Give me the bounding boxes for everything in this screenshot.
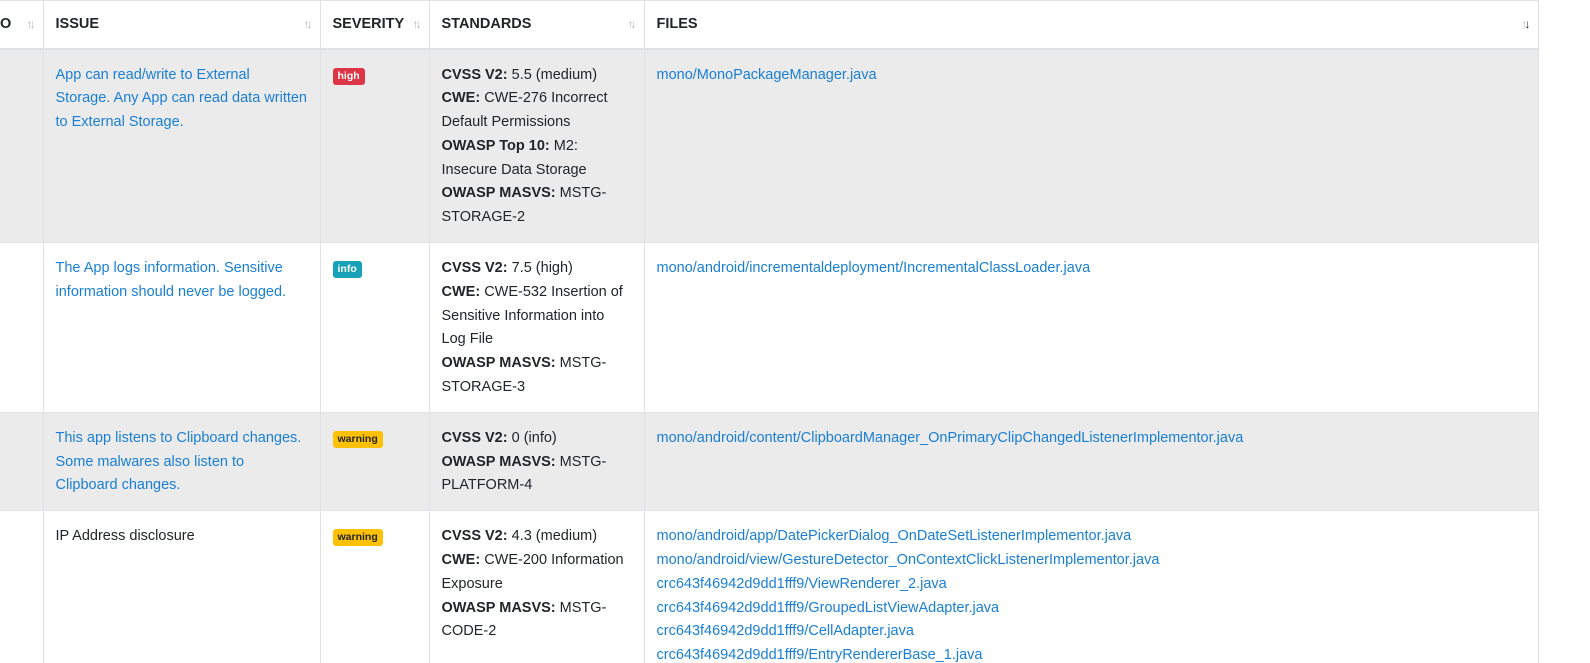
standard-label: OWASP MASVS: — [441, 453, 556, 470]
cell-standards: CVSS V2: 0 (info) OWASP MASVS: MSTG-PLATF… — [429, 412, 645, 512]
standard-label: OWASP MASVS: — [441, 599, 556, 616]
standard-label: CVSS V2: — [441, 260, 508, 277]
cell-severity: info — [320, 242, 430, 413]
findings-table-container: O ↑↓ ISSUE ↑↓ SEVERITY ↑↓ STANDARDS ↑↓ F… — [0, 0, 1539, 663]
standard-entry: CWE: CWE-200 Information Exposure — [442, 549, 632, 597]
standard-entry: OWASP MASVS: MSTG-PLATFORM-4 — [442, 451, 632, 499]
cell-standards: CVSS V2: 7.5 (high) CWE: CWE-532 Insertio… — [429, 242, 645, 413]
standard-label: OWASP Top 10: — [441, 137, 550, 154]
cell-issue: IP Address disclosure — [43, 510, 321, 663]
standard-value: 0 (info) — [511, 429, 557, 446]
file-link[interactable]: mono/android/incrementaldeployment/Incre… — [657, 257, 1526, 281]
severity-badge: warning — [332, 430, 383, 448]
sort-icon[interactable]: ↑↓ — [304, 17, 313, 31]
column-header-issue-label: ISSUE — [55, 16, 100, 33]
column-header-files[interactable]: FILES ↑↓ — [644, 0, 1538, 50]
standard-entry: OWASP Top 10: M2: Insecure Data Storage — [442, 135, 632, 183]
standard-label: CWE: — [441, 552, 481, 569]
cell-no — [0, 242, 44, 413]
issue-link[interactable]: This app listens to Clipboard changes. S… — [56, 430, 302, 494]
standard-label: OWASP MASVS: — [441, 185, 556, 202]
sort-desc-icon[interactable]: ↑↓ — [1522, 17, 1531, 31]
table-header-row: O ↑↓ ISSUE ↑↓ SEVERITY ↑↓ STANDARDS ↑↓ F… — [0, 0, 1538, 50]
cell-standards: CVSS V2: 5.5 (medium) CWE: CWE-276 Incorr… — [429, 48, 645, 244]
issue-text: IP Address disclosure — [55, 528, 195, 545]
findings-table: O ↑↓ ISSUE ↑↓ SEVERITY ↑↓ STANDARDS ↑↓ F… — [0, 0, 1538, 663]
file-link[interactable]: mono/MonoPackageManager.java — [657, 64, 1526, 88]
table-row: IP Address disclosure warning CVSS V2: 4.3… — [0, 510, 1538, 663]
column-header-files-label: FILES — [656, 16, 698, 33]
cell-standards: CVSS V2: 4.3 (medium) CWE: CWE-200 Inform… — [429, 510, 645, 663]
column-header-no-label: O — [0, 16, 12, 33]
standard-entry: CVSS V2: 0 (info) — [442, 427, 632, 451]
standard-value: 7.5 (high) — [511, 260, 573, 277]
standard-entry: CVSS V2: 4.3 (medium) — [442, 525, 632, 549]
cell-issue: This app listens to Clipboard changes. S… — [43, 412, 321, 512]
cell-issue: The App logs information. Sensitive info… — [43, 242, 321, 413]
standard-entry: CVSS V2: 5.5 (medium) — [442, 64, 632, 88]
file-link[interactable]: crc643f46942d9dd1fff9/CellAdapter.java — [657, 620, 1526, 644]
cell-no — [0, 412, 44, 512]
table-row: This app listens to Clipboard changes. S… — [0, 412, 1538, 512]
standard-label: CVSS V2: — [441, 66, 508, 83]
column-header-issue[interactable]: ISSUE ↑↓ — [43, 0, 321, 50]
table-body: App can read/write to External Storage. … — [0, 48, 1538, 663]
standard-label: CVSS V2: — [441, 528, 508, 545]
cell-issue: App can read/write to External Storage. … — [43, 48, 321, 244]
table-row: The App logs information. Sensitive info… — [0, 242, 1538, 413]
column-header-no[interactable]: O ↑↓ — [0, 0, 44, 50]
severity-badge: warning — [332, 529, 383, 547]
sort-icon[interactable]: ↑↓ — [413, 17, 422, 31]
file-link[interactable]: crc643f46942d9dd1fff9/ViewRenderer_2.jav… — [657, 573, 1526, 597]
standard-label: CWE: — [441, 283, 481, 300]
file-link[interactable]: mono/android/app/DatePickerDialog_OnDate… — [657, 525, 1526, 549]
scrollbar-track[interactable] — [1553, 0, 1590, 663]
cell-no — [0, 510, 44, 663]
issue-link[interactable]: App can read/write to External Storage. … — [56, 67, 308, 131]
cell-severity: warning — [320, 510, 430, 663]
standard-entry: OWASP MASVS: MSTG-STORAGE-3 — [442, 352, 632, 400]
cell-files: mono/android/content/ClipboardManager_On… — [644, 412, 1538, 512]
standard-value: 4.3 (medium) — [511, 528, 598, 545]
standard-label: CVSS V2: — [441, 429, 508, 446]
severity-badge: high — [332, 67, 365, 85]
standard-entry: CWE: CWE-276 Incorrect Default Permissio… — [442, 87, 632, 135]
issue-link[interactable]: The App logs information. Sensitive info… — [56, 260, 287, 300]
cell-files: mono/MonoPackageManager.java — [644, 48, 1538, 244]
standard-entry: CWE: CWE-532 Insertion of Sensitive Info… — [442, 281, 632, 352]
standard-entry: OWASP MASVS: MSTG-STORAGE-2 — [442, 182, 632, 230]
sort-icon[interactable]: ↑↓ — [628, 17, 637, 31]
sort-icon[interactable]: ↑↓ — [27, 17, 36, 31]
table-row: App can read/write to External Storage. … — [0, 48, 1538, 244]
cell-files: mono/android/app/DatePickerDialog_OnDate… — [644, 510, 1538, 663]
cell-severity: high — [320, 48, 430, 244]
file-link[interactable]: crc643f46942d9dd1fff9/EntryRendererBase_… — [657, 644, 1526, 663]
column-header-standards-label: STANDARDS — [441, 16, 532, 33]
standard-entry: CVSS V2: 7.5 (high) — [442, 257, 632, 281]
cell-files: mono/android/incrementaldeployment/Incre… — [644, 242, 1538, 413]
column-header-severity-label: SEVERITY — [332, 16, 405, 33]
file-link[interactable]: mono/android/content/ClipboardManager_On… — [657, 427, 1526, 451]
column-header-standards[interactable]: STANDARDS ↑↓ — [429, 0, 645, 50]
cell-no — [0, 48, 44, 244]
severity-badge: info — [332, 261, 362, 279]
standard-value: 5.5 (medium) — [511, 66, 598, 83]
standard-label: OWASP MASVS: — [441, 355, 556, 372]
column-header-severity[interactable]: SEVERITY ↑↓ — [320, 0, 430, 50]
cell-severity: warning — [320, 412, 430, 512]
file-link[interactable]: crc643f46942d9dd1fff9/GroupedListViewAda… — [657, 597, 1526, 621]
file-link[interactable]: mono/android/view/GestureDetector_OnCont… — [657, 549, 1526, 573]
standard-label: CWE: — [441, 90, 481, 107]
standard-entry: OWASP MASVS: MSTG-CODE-2 — [442, 597, 632, 645]
